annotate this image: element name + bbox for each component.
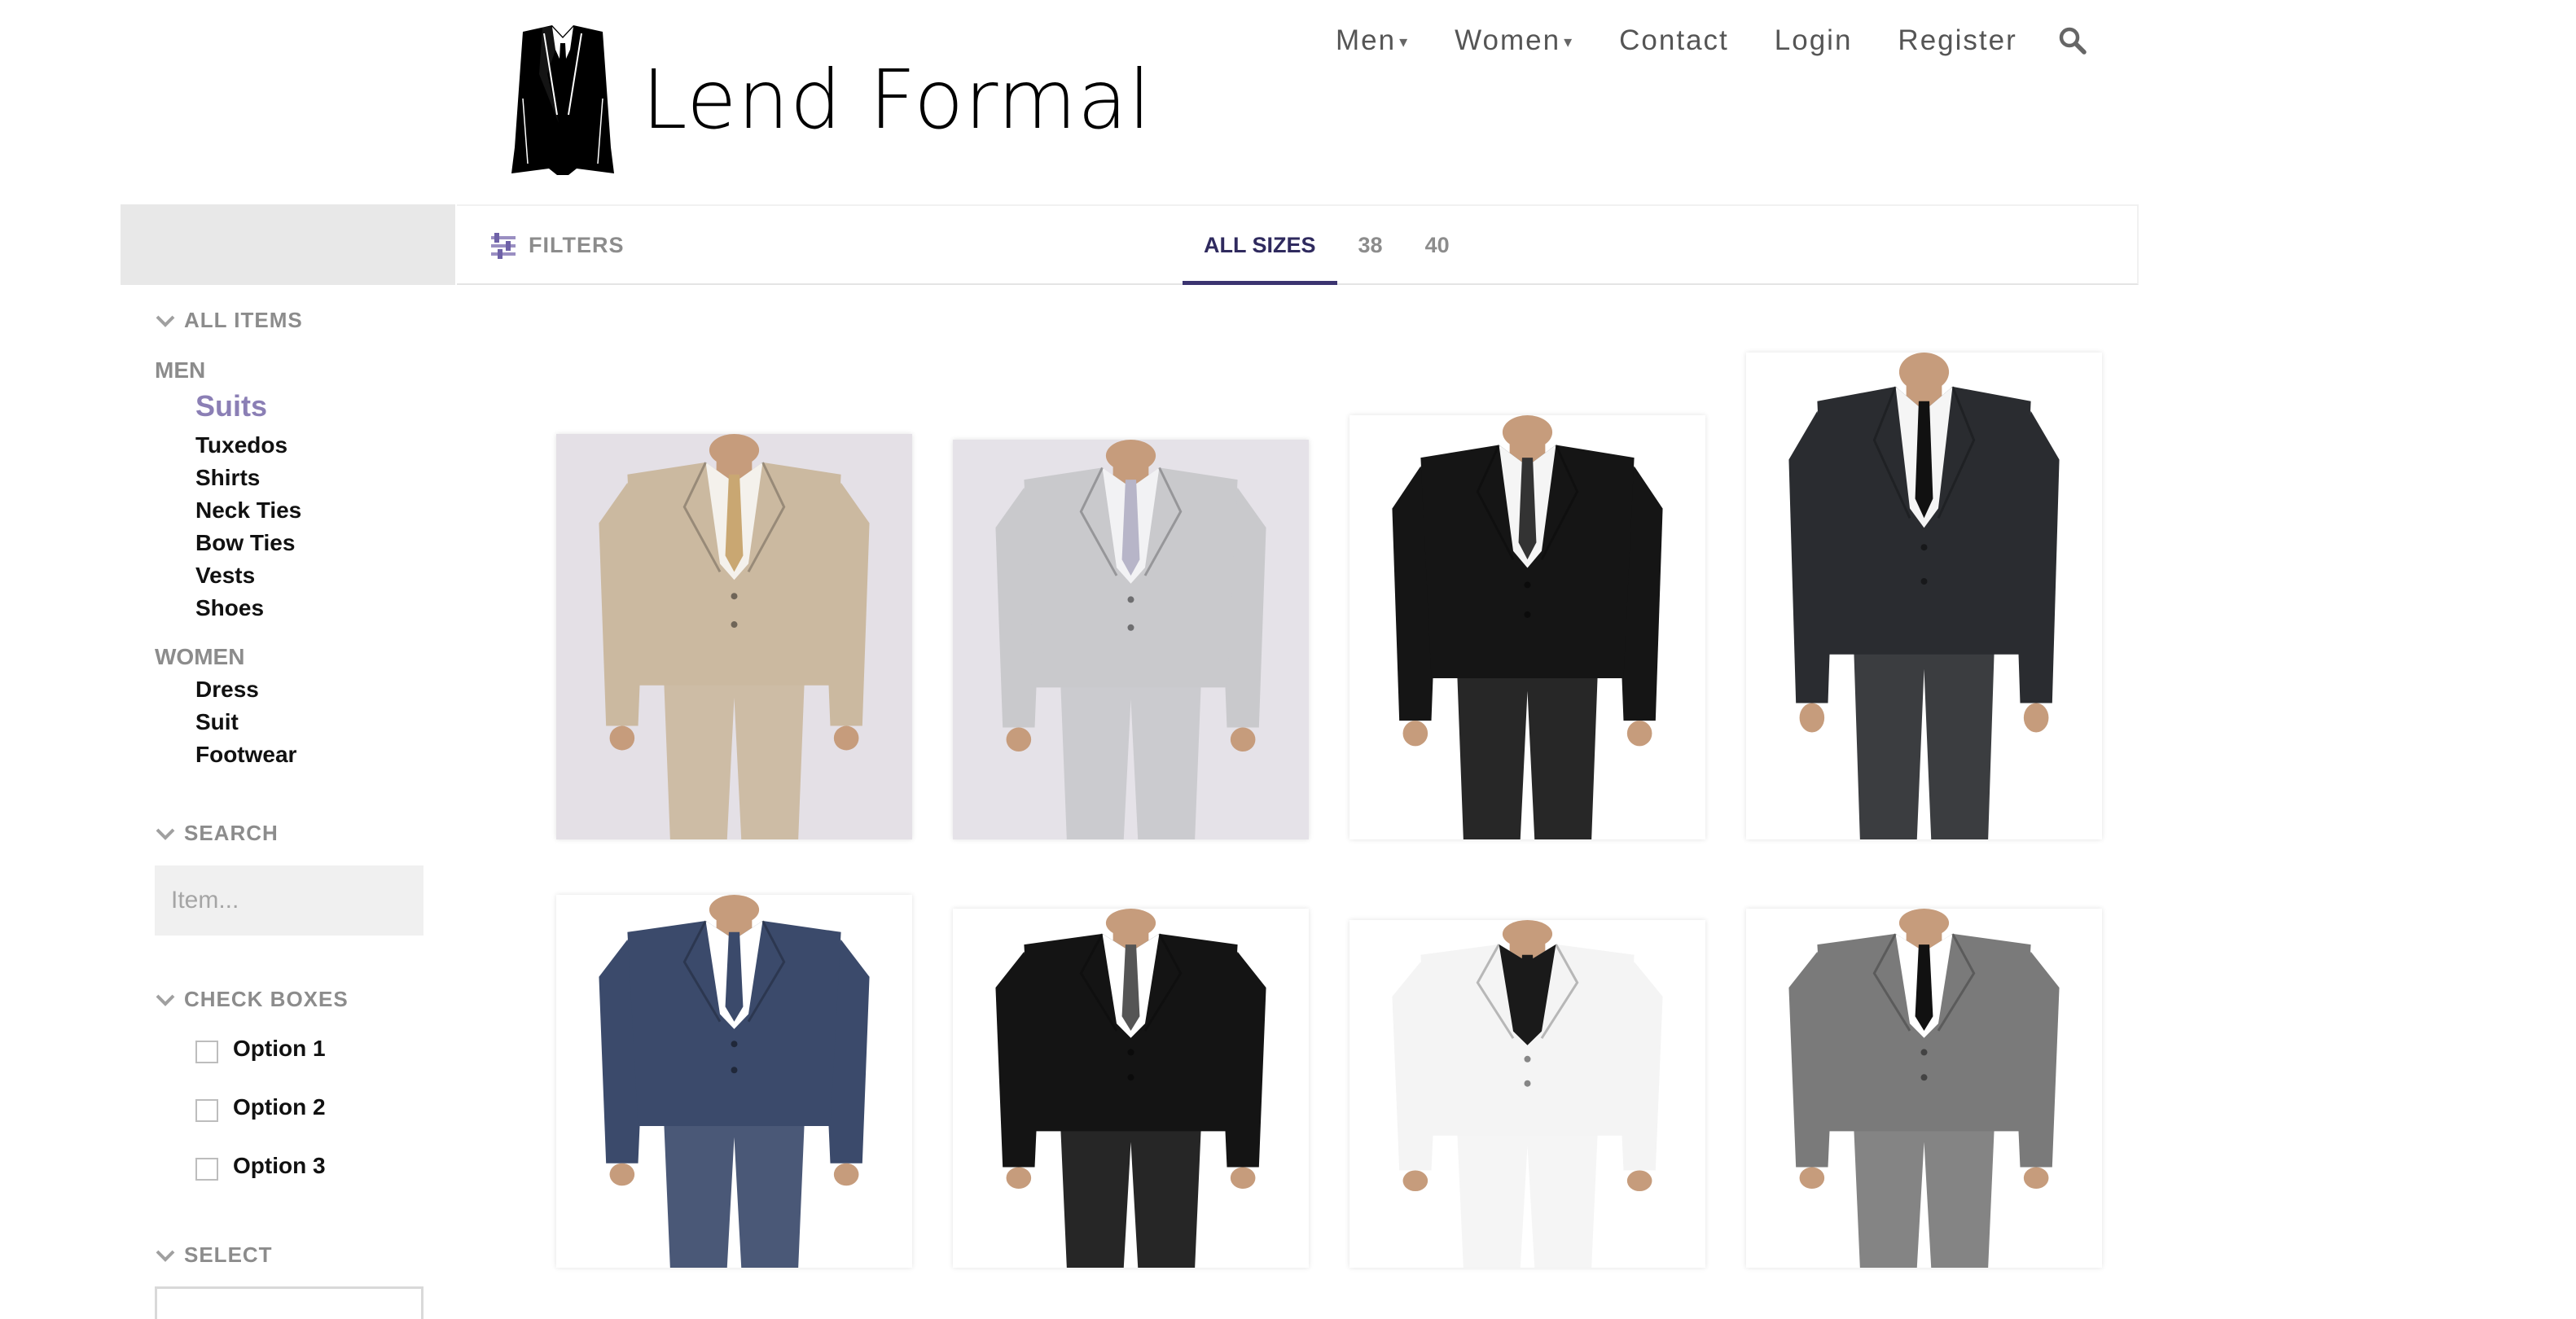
filters-label: FILTERS xyxy=(529,233,625,257)
tab-all-sizes[interactable]: ALL SIZES xyxy=(1183,206,1337,285)
chevron-down-icon xyxy=(156,994,175,1006)
nav-women-label: Women xyxy=(1455,24,1561,56)
top-navigation: Men ▾ Women ▾ Contact Login Register xyxy=(1336,20,2087,62)
sidebar-item-vests[interactable]: Vests xyxy=(195,563,255,589)
product-card-black-slim-suit[interactable] xyxy=(953,909,1309,1268)
sliders-icon xyxy=(491,232,516,259)
item-search-input[interactable] xyxy=(155,865,423,936)
product-image xyxy=(1746,353,2102,839)
brand-name: Lend Formal xyxy=(642,51,1152,147)
checkbox-square[interactable] xyxy=(195,1099,218,1122)
option-1-checkbox[interactable]: Option 1 xyxy=(195,1036,326,1063)
sidebar-item-dress[interactable]: Dress xyxy=(195,677,259,703)
filter-bar: FILTERS ALL SIZES 38 40 xyxy=(457,204,2139,285)
tab-size-40[interactable]: 40 xyxy=(1404,206,1471,285)
sidebar-item-shoes[interactable]: Shoes xyxy=(195,595,264,621)
option-1-label: Option 1 xyxy=(233,1036,326,1061)
checkbox-square[interactable] xyxy=(195,1158,218,1181)
product-card-black-suit[interactable] xyxy=(1349,415,1705,839)
option-3-checkbox[interactable]: Option 3 xyxy=(195,1153,326,1181)
suit-jacket-logo-icon xyxy=(511,24,614,175)
category-men: MEN xyxy=(155,357,206,383)
search-section-toggle[interactable]: SEARCH xyxy=(155,821,279,846)
sidebar-item-suit[interactable]: Suit xyxy=(195,709,239,735)
chevron-down-icon xyxy=(156,1250,175,1262)
category-women: WOMEN xyxy=(155,644,245,669)
nav-contact-link[interactable]: Contact xyxy=(1619,24,1729,57)
sidebar-item-footwear[interactable]: Footwear xyxy=(195,742,296,768)
sidebar-header-panel xyxy=(121,204,455,285)
product-card-beige-suit[interactable] xyxy=(556,434,912,839)
product-image xyxy=(1349,415,1705,839)
tab-size-38[interactable]: 38 xyxy=(1337,206,1404,285)
option-2-label: Option 2 xyxy=(233,1094,326,1120)
sidebar-item-neck-ties[interactable]: Neck Ties xyxy=(195,497,301,524)
product-image xyxy=(556,434,912,839)
nav-men-dropdown[interactable]: Men ▾ xyxy=(1336,24,1409,57)
product-card-navy-three-piece-suit[interactable] xyxy=(556,895,912,1268)
check-boxes-toggle[interactable]: CHECK BOXES xyxy=(155,987,349,1012)
product-image xyxy=(556,895,912,1268)
product-card-white-suit[interactable] xyxy=(1349,920,1705,1268)
sidebar-item-tuxedos[interactable]: Tuxedos xyxy=(195,432,287,458)
nav-register-link[interactable]: Register xyxy=(1898,24,2016,57)
select-section-label: SELECT xyxy=(184,1242,273,1267)
product-image xyxy=(953,909,1309,1268)
product-image xyxy=(953,440,1309,839)
caret-down-icon: ▾ xyxy=(1564,33,1574,51)
sidebar-item-suits[interactable]: Suits xyxy=(195,389,267,423)
nav-women-dropdown[interactable]: Women ▾ xyxy=(1455,24,1573,57)
product-image xyxy=(1746,909,2102,1268)
filters-button[interactable]: FILTERS xyxy=(489,206,625,285)
nav-login-link[interactable]: Login xyxy=(1775,24,1853,57)
search-icon[interactable] xyxy=(2058,26,2087,55)
all-items-toggle[interactable]: ALL ITEMS xyxy=(155,308,303,333)
product-card-silver-suit[interactable] xyxy=(953,440,1309,839)
product-image xyxy=(1349,920,1705,1268)
product-card-pinstripe-tuxedo[interactable] xyxy=(1746,353,2102,839)
select-section-toggle[interactable]: SELECT xyxy=(155,1242,273,1268)
brand-logo[interactable]: Lend Formal xyxy=(507,24,1152,175)
product-card-grey-three-piece-suit[interactable] xyxy=(1746,909,2102,1268)
nav-men-label: Men xyxy=(1336,24,1397,56)
size-tabs: ALL SIZES 38 40 xyxy=(1183,206,1471,285)
chevron-down-icon xyxy=(156,315,175,327)
check-boxes-label: CHECK BOXES xyxy=(184,987,349,1011)
option-2-checkbox[interactable]: Option 2 xyxy=(195,1094,326,1122)
sidebar-item-shirts[interactable]: Shirts xyxy=(195,465,260,491)
checkbox-square[interactable] xyxy=(195,1041,218,1063)
option-3-label: Option 3 xyxy=(233,1153,326,1178)
sidebar-item-bow-ties[interactable]: Bow Ties xyxy=(195,530,295,556)
all-items-label: ALL ITEMS xyxy=(184,308,303,332)
search-section-label: SEARCH xyxy=(184,821,279,845)
chevron-down-icon xyxy=(156,828,175,840)
select-dropdown[interactable] xyxy=(155,1286,423,1319)
caret-down-icon: ▾ xyxy=(1399,33,1410,51)
